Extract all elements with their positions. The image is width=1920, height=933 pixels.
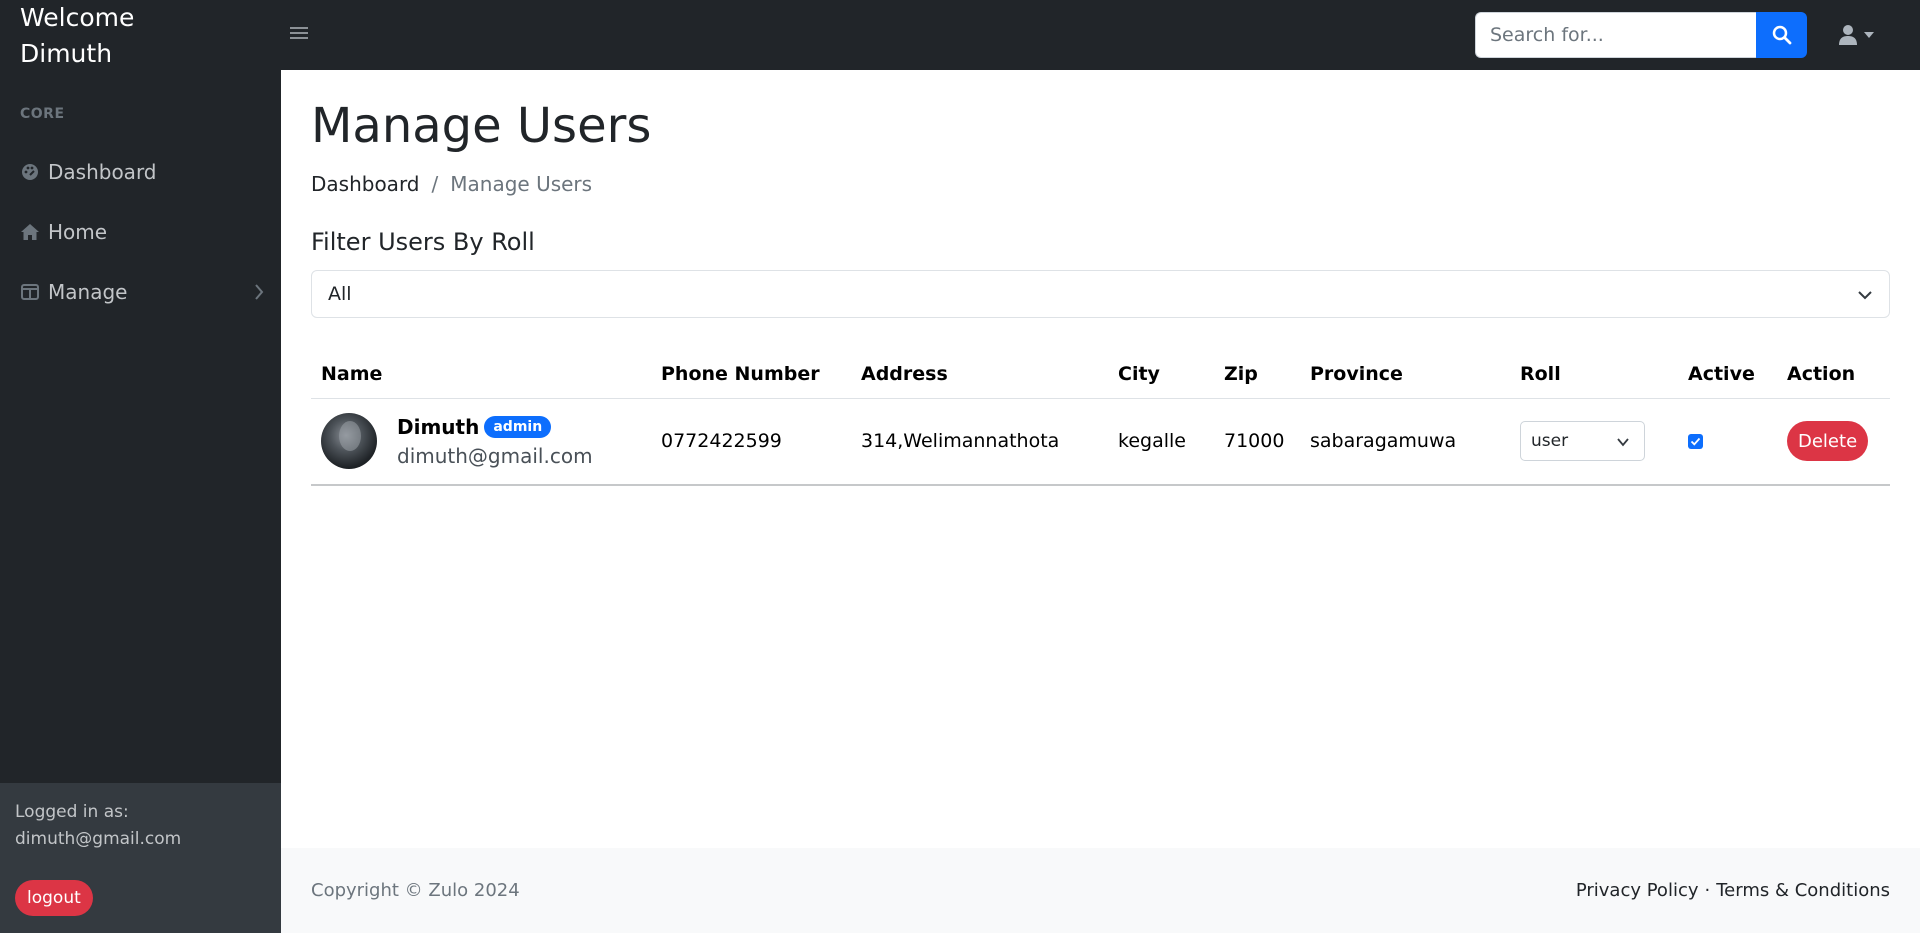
zip-cell: 71000 (1214, 398, 1300, 486)
action-cell: Delete (1777, 398, 1890, 486)
sidebar-item-label: Home (48, 220, 108, 244)
page-title: Manage Users (311, 98, 652, 154)
brand-line-1: Welcome (20, 3, 135, 32)
users-table: Name Phone Number Address City Zip Provi… (311, 350, 1890, 486)
chevron-down-icon (1858, 291, 1872, 300)
table-row: Dimuth admin dimuth@gmail.com 0772422599… (311, 398, 1890, 486)
footer-links: Privacy Policy · Terms & Conditions (1576, 880, 1890, 901)
active-checkbox[interactable] (1688, 433, 1703, 449)
table-header-row: Name Phone Number Address City Zip Provi… (311, 350, 1890, 399)
filter-selected-value: All (328, 283, 352, 305)
main-content: Manage Users Dashboard / Manage Users Fi… (281, 70, 1920, 848)
city-cell: kegalle (1108, 398, 1214, 486)
chevron-right-icon (255, 284, 264, 300)
roll-filter-select[interactable]: All (311, 270, 1890, 318)
sidebar-item-manage[interactable]: Manage (20, 272, 265, 312)
search-button[interactable] (1756, 12, 1807, 58)
sidebar-footer: Logged in as: dimuth@gmail.com logout (0, 783, 281, 933)
column-header-action: Action (1777, 350, 1890, 399)
roll-select[interactable]: user (1520, 421, 1645, 462)
user-email: dimuth@gmail.com (397, 443, 593, 468)
phone-cell: 0772422599 (651, 398, 851, 486)
copyright-text: Copyright © Zulo 2024 (311, 880, 520, 901)
user-menu-dropdown[interactable] (1838, 22, 1882, 48)
sidebar-item-label: Dashboard (48, 160, 157, 184)
breadcrumb-active: Manage Users (450, 172, 593, 196)
sidebar-item-dashboard[interactable]: Dashboard (20, 152, 265, 192)
brand-line-2: Dimuth (20, 39, 113, 68)
logged-in-info: Logged in as: dimuth@gmail.com (15, 799, 181, 853)
caret-down-icon (1864, 32, 1874, 38)
logged-in-label: Logged in as: (15, 802, 129, 822)
avatar (321, 413, 377, 470)
navbar-brand[interactable]: Welcome Dimuth (20, 0, 220, 72)
menu-toggle-icon[interactable] (290, 24, 308, 44)
logged-in-email: dimuth@gmail.com (15, 829, 182, 849)
address-cell: 314,Welimannathota (851, 398, 1108, 486)
footer-link-separator: · (1704, 880, 1711, 901)
breadcrumb: Dashboard / Manage Users (311, 172, 592, 196)
roll-selected-value: user (1531, 431, 1569, 452)
breadcrumb-separator: / (431, 172, 439, 196)
column-header-zip: Zip (1214, 350, 1300, 399)
column-header-city: City (1108, 350, 1214, 399)
column-header-province: Province (1300, 350, 1510, 399)
breadcrumb-link-dashboard[interactable]: Dashboard (311, 172, 420, 196)
filter-label: Filter Users By Roll (311, 228, 535, 256)
sidebar-item-label: Manage (48, 280, 128, 304)
navbar-search (1475, 12, 1807, 58)
dashboard-icon (20, 162, 40, 182)
roll-cell: user (1510, 398, 1678, 486)
search-icon (1772, 25, 1791, 45)
terms-link[interactable]: Terms & Conditions (1716, 880, 1890, 901)
chevron-down-icon (1617, 438, 1629, 447)
sidebar: CORE Dashboard Home Manage Logged in as:… (0, 70, 281, 933)
checkmark-icon (1690, 437, 1701, 446)
sidebar-heading: CORE (20, 106, 65, 122)
user-name: Dimuth (397, 414, 480, 439)
home-icon (20, 222, 40, 242)
columns-icon (20, 282, 40, 302)
delete-button[interactable]: Delete (1787, 421, 1869, 462)
column-header-roll: Roll (1510, 350, 1678, 399)
column-header-name: Name (311, 350, 651, 399)
page-footer: Copyright © Zulo 2024 Privacy Policy · T… (281, 848, 1920, 933)
column-header-address: Address (851, 350, 1108, 399)
user-icon (1839, 25, 1857, 45)
top-navbar: Welcome Dimuth (0, 0, 1920, 70)
privacy-policy-link[interactable]: Privacy Policy (1576, 880, 1699, 901)
column-header-phone: Phone Number (651, 350, 851, 399)
user-name-cell: Dimuth admin dimuth@gmail.com (311, 398, 651, 486)
search-input[interactable] (1475, 12, 1757, 58)
province-cell: sabaragamuwa (1300, 398, 1510, 486)
column-header-active: Active (1678, 350, 1777, 399)
logout-button[interactable]: logout (15, 880, 93, 916)
role-badge: admin (484, 415, 552, 438)
active-cell (1678, 398, 1777, 486)
sidebar-item-home[interactable]: Home (20, 212, 265, 252)
